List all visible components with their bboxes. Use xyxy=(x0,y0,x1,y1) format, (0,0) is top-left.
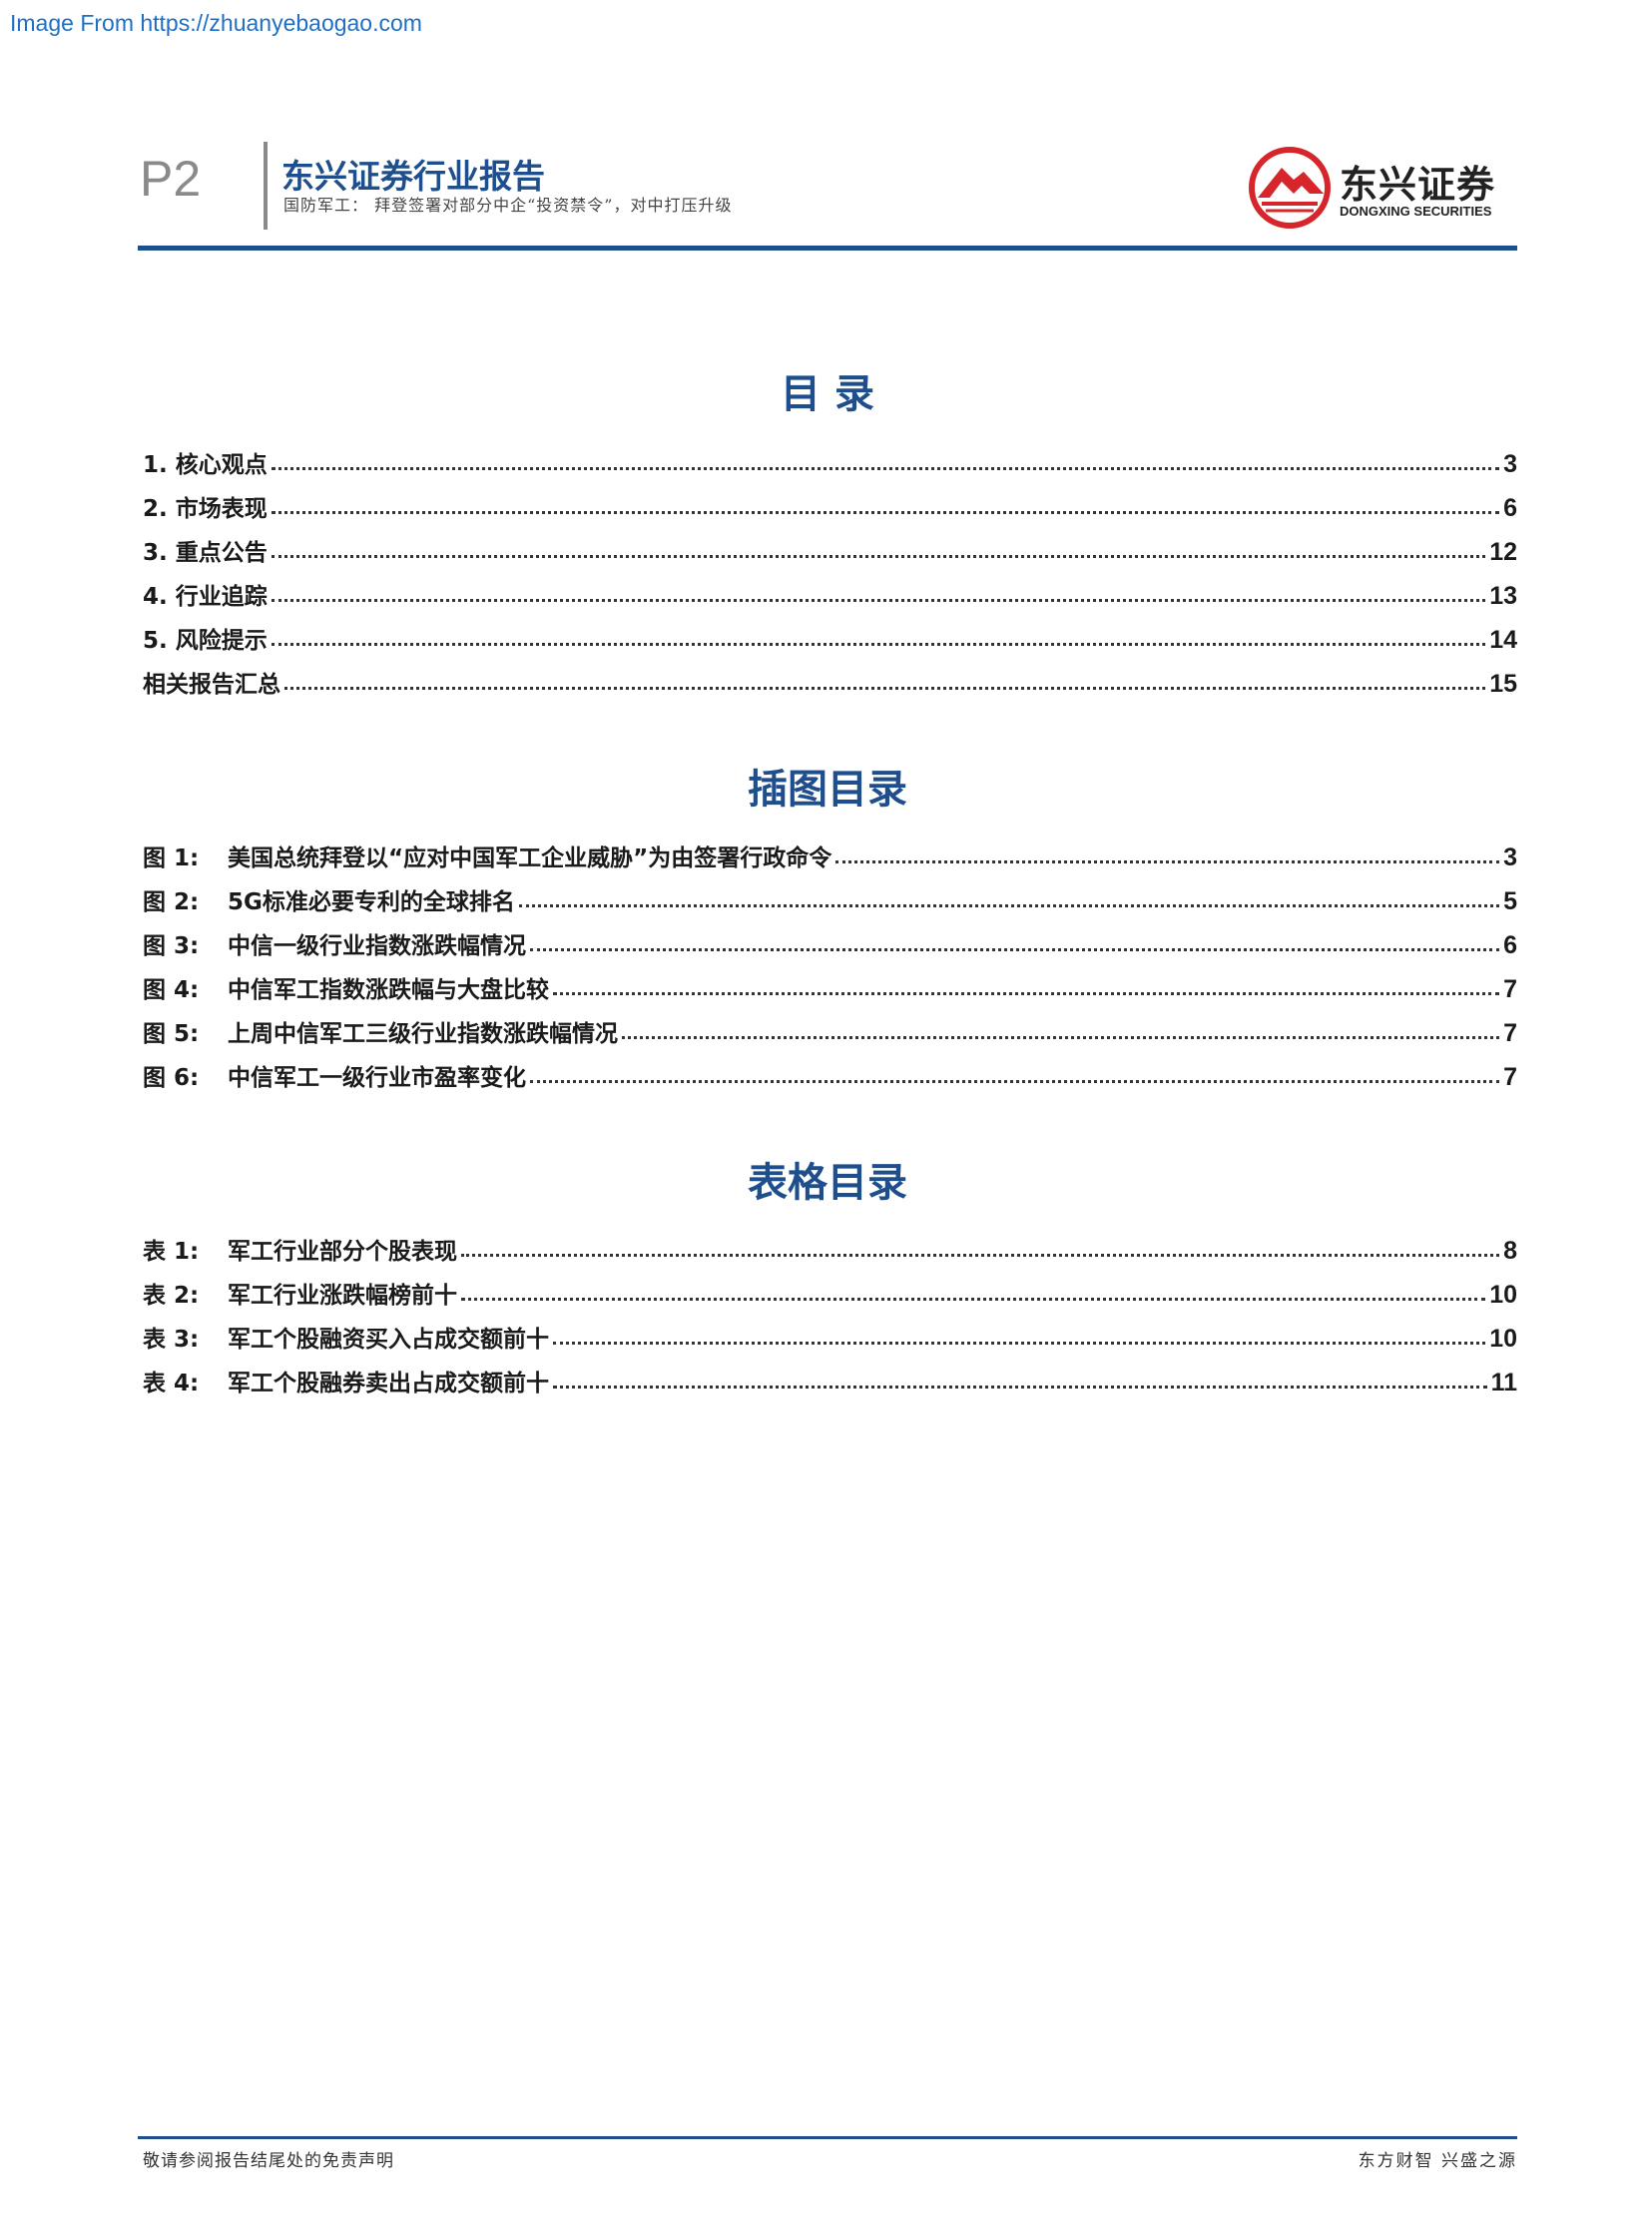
toc-title: 目 录 xyxy=(781,371,874,417)
footer-rule xyxy=(138,2136,1517,2139)
table-item[interactable]: 表 2: 军工行业涨跌幅榜前十 10 xyxy=(143,1266,1517,1310)
figure-item-label: 美国总统拜登以“应对中国军工企业威胁”为由签署行政命令 xyxy=(228,845,832,871)
figure-item-label: 中信军工指数涨跌幅与大盘比较 xyxy=(228,977,549,1003)
table-item[interactable]: 表 3: 军工个股融资买入占成交额前十 10 xyxy=(143,1310,1517,1354)
logo-emblem-icon xyxy=(1249,147,1331,229)
figure-item-page: 7 xyxy=(1503,1019,1517,1047)
toc-item[interactable]: 相关报告汇总 15 xyxy=(143,655,1517,699)
figure-item-page: 5 xyxy=(1503,887,1517,915)
figure-item[interactable]: 图 6: 中信军工一级行业市盈率变化 7 xyxy=(143,1048,1517,1092)
tables-list: 表 1: 军工行业部分个股表现 8 表 2: 军工行业涨跌幅榜前十 10 表 3: 军… xyxy=(143,1222,1517,1398)
figure-item-page: 6 xyxy=(1503,931,1517,959)
table-item-label: 军工行业部分个股表现 xyxy=(228,1239,457,1265)
figure-item[interactable]: 图 1: 美国总统拜登以“应对中国军工企业威胁”为由签署行政命令 3 xyxy=(143,829,1517,872)
toc-leader-dots xyxy=(461,1254,1500,1257)
toc-leader-dots xyxy=(271,643,1486,646)
footer-disclaimer: 敬请参阅报告结尾处的免责声明 xyxy=(143,2151,394,2171)
toc-item-page: 14 xyxy=(1489,626,1517,654)
toc-item-label: 1. 核心观点 xyxy=(143,452,268,478)
table-item-page: 8 xyxy=(1503,1237,1517,1265)
figure-item-label: 5G标准必要专利的全球排名 xyxy=(228,889,515,915)
toc-leader-dots xyxy=(518,904,1500,907)
table-item-page: 10 xyxy=(1489,1325,1517,1353)
figure-item-prefix: 图 6: xyxy=(143,1065,200,1091)
tables-title: 表格目录 xyxy=(748,1160,907,1206)
page-header: P2 东兴证券行业报告 国防军工： 拜登签署对部分中企“投资禁令”，对中打压升级… xyxy=(138,140,1517,250)
toc-item-label: 3. 重点公告 xyxy=(143,540,268,566)
toc-list: 1. 核心观点 3 2. 市场表现 6 3. 重点公告 12 4. 行业追踪 1… xyxy=(143,435,1517,699)
footer-slogan: 东方财智 兴盛之源 xyxy=(1358,2151,1517,2171)
figure-item-prefix: 图 2: xyxy=(143,889,200,915)
table-item[interactable]: 表 4: 军工个股融券卖出占成交额前十 11 xyxy=(143,1354,1517,1398)
figure-item-page: 3 xyxy=(1503,843,1517,871)
page-number: P2 xyxy=(140,151,202,207)
toc-leader-dots xyxy=(553,1342,1486,1345)
toc-leader-dots xyxy=(271,467,1500,470)
toc-leader-dots xyxy=(622,1036,1500,1039)
toc-item[interactable]: 1. 核心观点 3 xyxy=(143,435,1517,479)
table-item[interactable]: 表 1: 军工行业部分个股表现 8 xyxy=(143,1222,1517,1266)
header-rule xyxy=(138,246,1517,251)
toc-leader-dots xyxy=(530,1080,1500,1083)
table-item-prefix: 表 1: xyxy=(143,1239,200,1265)
toc-leader-dots xyxy=(271,511,1500,514)
report-subtitle: 国防军工： 拜登签署对部分中企“投资禁令”，对中打压升级 xyxy=(283,196,733,215)
toc-item-page: 3 xyxy=(1503,450,1517,478)
table-item-label: 军工个股融券卖出占成交额前十 xyxy=(228,1371,549,1397)
toc-leader-dots xyxy=(461,1298,1486,1301)
toc-item-page: 15 xyxy=(1489,670,1517,698)
company-logo: 东兴证券 DONGXING SECURITIES xyxy=(1248,144,1507,230)
figure-item-prefix: 图 5: xyxy=(143,1021,200,1047)
toc-item[interactable]: 2. 市场表现 6 xyxy=(143,479,1517,523)
figure-item-label: 中信军工一级行业市盈率变化 xyxy=(228,1065,526,1091)
toc-item-label: 5. 风险提示 xyxy=(143,628,268,654)
toc-item-label: 4. 行业追踪 xyxy=(143,584,268,610)
figure-item-page: 7 xyxy=(1503,975,1517,1003)
figure-item-prefix: 图 3: xyxy=(143,933,200,959)
toc-item-label: 相关报告汇总 xyxy=(143,672,280,698)
figure-item-prefix: 图 4: xyxy=(143,977,200,1003)
logo-chinese-text: 东兴证券 xyxy=(1340,163,1496,207)
figures-title: 插图目录 xyxy=(748,767,907,813)
figure-item[interactable]: 图 4: 中信军工指数涨跌幅与大盘比较 7 xyxy=(143,960,1517,1004)
toc-item[interactable]: 4. 行业追踪 13 xyxy=(143,567,1517,611)
toc-item-label: 2. 市场表现 xyxy=(143,496,268,522)
toc-item[interactable]: 5. 风险提示 14 xyxy=(143,611,1517,655)
header-divider xyxy=(264,142,268,230)
figure-item-label: 上周中信军工三级行业指数涨跌幅情况 xyxy=(228,1021,618,1047)
toc-leader-dots xyxy=(530,948,1500,951)
toc-item-page: 13 xyxy=(1489,582,1517,610)
report-title: 东兴证券行业报告 xyxy=(281,157,545,196)
toc-item-page: 12 xyxy=(1489,538,1517,566)
toc-item-page: 6 xyxy=(1503,494,1517,522)
figure-item[interactable]: 图 3: 中信一级行业指数涨跌幅情况 6 xyxy=(143,916,1517,960)
table-item-prefix: 表 3: xyxy=(143,1327,200,1353)
toc-item[interactable]: 3. 重点公告 12 xyxy=(143,523,1517,567)
figure-item[interactable]: 图 5: 上周中信军工三级行业指数涨跌幅情况 7 xyxy=(143,1004,1517,1048)
table-item-page: 10 xyxy=(1489,1281,1517,1309)
toc-leader-dots xyxy=(271,555,1486,558)
table-item-label: 军工行业涨跌幅榜前十 xyxy=(228,1283,457,1309)
figures-list: 图 1: 美国总统拜登以“应对中国军工企业威胁”为由签署行政命令 3 图 2: 5G… xyxy=(143,829,1517,1092)
toc-leader-dots xyxy=(553,1386,1487,1389)
figure-item-prefix: 图 1: xyxy=(143,845,200,871)
table-item-prefix: 表 4: xyxy=(143,1371,200,1397)
table-item-prefix: 表 2: xyxy=(143,1283,200,1309)
toc-leader-dots xyxy=(271,599,1486,602)
watermark-link[interactable]: Image From https://zhuanyebaogao.com xyxy=(10,10,422,37)
table-item-page: 11 xyxy=(1490,1369,1517,1397)
toc-leader-dots xyxy=(284,687,1486,690)
toc-leader-dots xyxy=(835,860,1500,863)
toc-leader-dots xyxy=(553,992,1500,995)
table-item-label: 军工个股融资买入占成交额前十 xyxy=(228,1327,549,1353)
figure-item-page: 7 xyxy=(1503,1063,1517,1091)
figure-item-label: 中信一级行业指数涨跌幅情况 xyxy=(228,933,526,959)
logo-english-text: DONGXING SECURITIES xyxy=(1340,204,1492,219)
figure-item[interactable]: 图 2: 5G标准必要专利的全球排名 5 xyxy=(143,872,1517,916)
